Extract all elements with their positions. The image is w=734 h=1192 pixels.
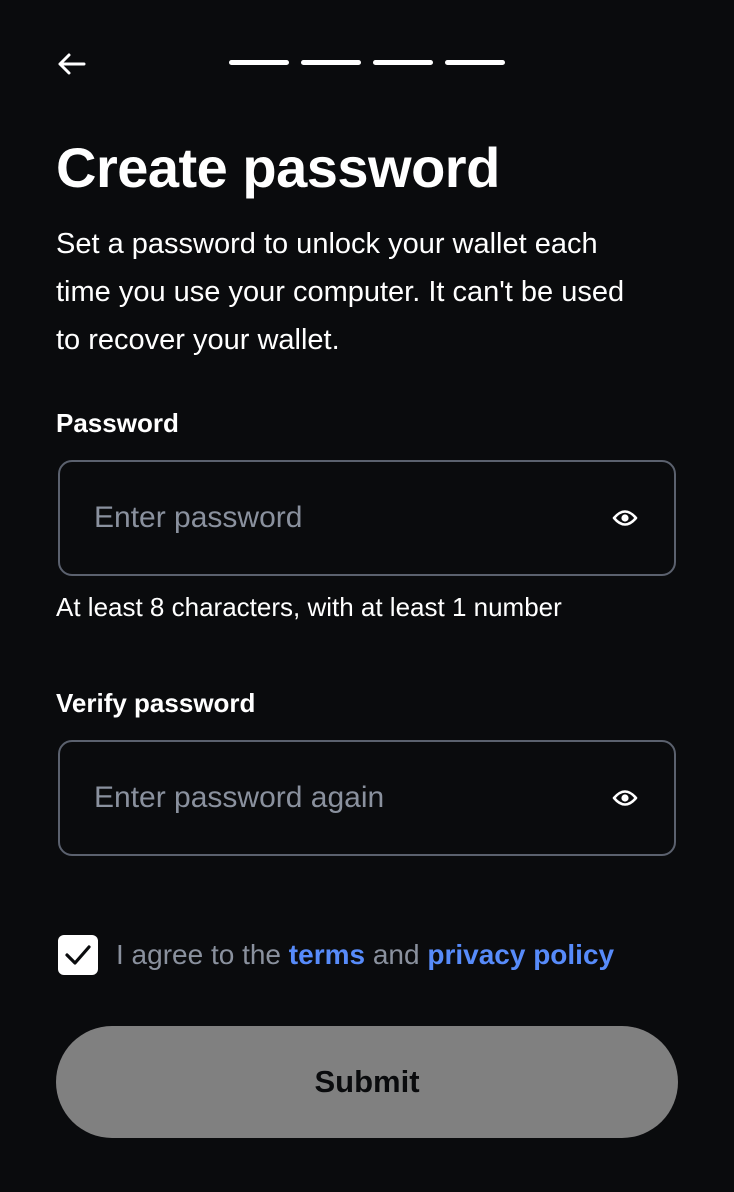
progress-step-3 (373, 60, 433, 65)
agree-checkbox[interactable] (58, 935, 98, 975)
password-label: Password (56, 408, 179, 438)
eye-icon (612, 510, 638, 526)
verify-password-field (58, 740, 676, 856)
agree-row: I agree to the terms and privacy policy (58, 935, 614, 975)
verify-password-input[interactable] (94, 781, 610, 815)
password-field (58, 460, 676, 576)
password-hint: At least 8 characters, with at least 1 n… (56, 592, 562, 622)
terms-link[interactable]: terms (289, 939, 365, 970)
show-verify-password-button[interactable] (610, 783, 640, 813)
page-subtitle: Set a password to unlock your wallet eac… (56, 228, 625, 356)
progress-step-4 (445, 60, 505, 65)
password-input[interactable] (94, 501, 610, 535)
agree-prefix: I agree to the (116, 939, 289, 970)
page-title: Create password (56, 136, 500, 199)
progress-step-2 (301, 60, 361, 65)
arrow-left-icon (58, 53, 86, 75)
back-button[interactable] (56, 46, 96, 82)
agree-middle: and (365, 939, 428, 970)
agree-text: I agree to the terms and privacy policy (116, 939, 614, 971)
submit-button[interactable]: Submit (56, 1026, 678, 1138)
checkmark-icon (65, 945, 91, 965)
verify-password-label: Verify password (56, 688, 256, 718)
show-password-button[interactable] (610, 503, 640, 533)
progress-step-1 (229, 60, 289, 65)
privacy-policy-link[interactable]: privacy policy (427, 939, 614, 970)
step-progress (229, 60, 505, 65)
eye-icon (612, 790, 638, 806)
